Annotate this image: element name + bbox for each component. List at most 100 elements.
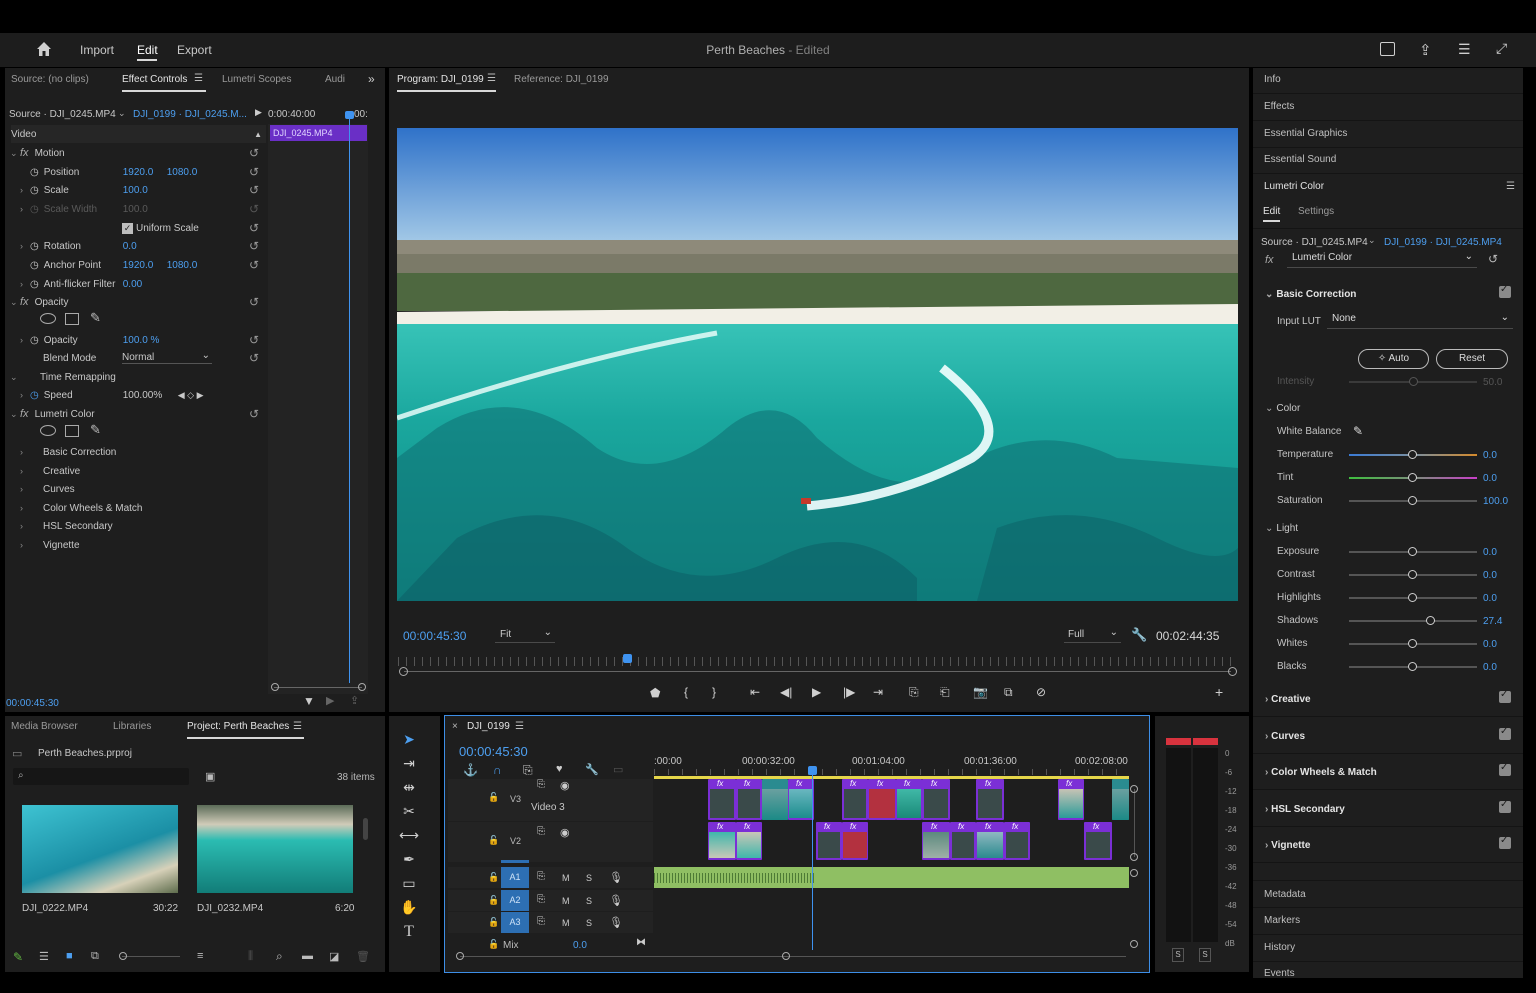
settings-wrench-icon[interactable]: 🔧	[1131, 627, 1147, 643]
microphone-icon[interactable]: 🎙	[609, 871, 623, 884]
go-to-in-icon[interactable]: ⇤	[750, 685, 760, 699]
solo-button[interactable]: S	[586, 918, 592, 928]
collapse-icon[interactable]: ▲	[254, 130, 262, 139]
light-section-header[interactable]: ⌄ Light	[1265, 523, 1298, 534]
tab-lumetri-edit[interactable]: Edit	[1263, 206, 1280, 217]
lock-icon[interactable]: 🔓	[488, 917, 499, 928]
timeline-hscroll[interactable]	[460, 956, 1126, 957]
adjustment-slider[interactable]	[1349, 570, 1477, 579]
ec-timecode[interactable]: 00:00:45:30	[6, 698, 59, 709]
color-section-header[interactable]: ⌄ Color	[1265, 403, 1300, 414]
video-clip[interactable]	[762, 779, 788, 820]
timeline-tab[interactable]: DJI_0199	[467, 721, 510, 732]
wrench-icon[interactable]: 🔧	[585, 763, 599, 776]
mute-button[interactable]: M	[562, 896, 570, 906]
slider-knob[interactable]	[1408, 570, 1417, 579]
lock-icon[interactable]: 🔓	[488, 872, 499, 883]
adjustment-slider[interactable]	[1349, 496, 1477, 505]
add-marker-icon[interactable]: ♥	[556, 763, 563, 775]
program-playhead[interactable]	[623, 654, 632, 663]
video-clip[interactable]: fx	[736, 822, 762, 860]
video-clip[interactable]: fx	[1058, 779, 1084, 820]
fit-select[interactable]: Fit ⌄	[495, 627, 555, 643]
export-frame-icon[interactable]: ⇪	[350, 694, 359, 707]
tab-project[interactable]: Project: Perth Beaches	[187, 721, 289, 732]
quick-export-icon[interactable]	[1380, 42, 1395, 56]
lumetri-seq-label[interactable]: DJI_0199 · DJI_0245.MP4	[1384, 237, 1502, 248]
lumetri-section-header[interactable]: › Creative	[1265, 694, 1311, 705]
sort-icon[interactable]: ≡	[197, 950, 203, 962]
razor-tool-icon[interactable]: ✂	[399, 803, 419, 823]
tab-source[interactable]: Source: (no clips)	[11, 74, 89, 85]
tab-audio[interactable]: Audi	[325, 74, 345, 85]
reset-icon[interactable]: ↺	[249, 407, 259, 421]
video-clip[interactable]: fx	[816, 822, 842, 860]
zoom-handle-left[interactable]	[399, 667, 408, 676]
stopwatch-icon[interactable]: ◷	[30, 185, 39, 196]
lumetri-sub-row[interactable]: › HSL Secondary	[10, 517, 265, 535]
mute-button[interactable]: M	[562, 918, 570, 928]
video-clip[interactable]: fx	[708, 779, 736, 820]
track-select-tool-icon[interactable]: ⇥	[399, 755, 419, 775]
linked-selection-icon[interactable]: ∩	[493, 763, 502, 777]
meter-solo-button[interactable]: S	[1172, 948, 1184, 962]
adjustment-slider[interactable]	[1349, 639, 1477, 648]
ec-zoom-handle-right[interactable]	[358, 683, 366, 691]
zoom-handle-right[interactable]	[1228, 667, 1237, 676]
track-output-icon[interactable]: ⎘	[537, 871, 545, 882]
timeline-playhead-marker[interactable]	[808, 766, 817, 775]
adjustment-slider[interactable]	[1349, 662, 1477, 671]
go-to-out-icon[interactable]: ⇥	[873, 685, 883, 699]
slider-value[interactable]: 0.0	[1483, 662, 1497, 673]
step-forward-icon[interactable]: |▶	[843, 685, 855, 699]
hscroll-handle[interactable]	[456, 952, 464, 960]
fx-icon[interactable]: fx	[1265, 254, 1274, 266]
auto-button[interactable]: ✧ Auto	[1358, 349, 1429, 369]
uniform-scale-checkbox[interactable]: ✓	[122, 222, 133, 234]
panel-menu-icon[interactable]: ☰	[515, 721, 524, 732]
reset-icon[interactable]: ↺	[249, 239, 259, 253]
stopwatch-icon[interactable]: ◷	[30, 167, 39, 178]
selection-tool-icon[interactable]: ➤	[399, 731, 419, 751]
panel-link-essential-sound[interactable]: Essential Sound	[1264, 154, 1336, 165]
pencil-icon[interactable]: ✎	[13, 950, 23, 964]
close-icon[interactable]: ×	[452, 721, 458, 732]
lumetri-section-checkbox[interactable]	[1499, 726, 1511, 740]
stopwatch-icon[interactable]: ◷	[30, 241, 39, 252]
panel-menu-icon[interactable]: ☰	[487, 73, 496, 84]
ec-clip-bar[interactable]: DJI_0245.MP4	[270, 125, 367, 141]
speed-value[interactable]: 100.00%	[123, 390, 178, 401]
fullscreen-icon[interactable]: ⤢	[1496, 40, 1507, 57]
slider-knob[interactable]	[1408, 450, 1417, 459]
hand-tool-icon[interactable]: ✋	[399, 899, 419, 919]
scale-value[interactable]: 100.0	[123, 185, 148, 196]
fx-icon[interactable]: fx	[20, 147, 29, 159]
slider-value[interactable]: 0.0	[1483, 473, 1497, 484]
find-icon[interactable]: ⌕	[276, 949, 283, 964]
vscroll-handle[interactable]	[1130, 869, 1138, 877]
chevron-down-icon[interactable]: ⌄	[118, 108, 126, 119]
video-clip[interactable]: fx	[922, 822, 950, 860]
basic-correction-checkbox[interactable]	[1499, 284, 1511, 298]
slider-knob[interactable]	[1408, 639, 1417, 648]
step-back-icon[interactable]: ◀|	[780, 685, 792, 699]
panel-menu-icon[interactable]: ☰	[293, 721, 302, 732]
reset-icon[interactable]: ↺	[249, 146, 259, 160]
tab-lumetri-settings[interactable]: Settings	[1298, 206, 1334, 217]
adjustment-slider[interactable]	[1349, 593, 1477, 602]
rectangle-tool-icon[interactable]: ▭	[399, 875, 419, 895]
chevron-down-icon[interactable]: ⌄	[1368, 235, 1376, 246]
camera-icon[interactable]: 📷	[973, 685, 988, 699]
adjustment-slider[interactable]	[1349, 473, 1477, 482]
video-clip[interactable]: fx	[976, 779, 1004, 820]
track-target-a3[interactable]: A3	[501, 912, 529, 933]
mute-button[interactable]: M	[562, 873, 570, 883]
rotation-value[interactable]: 0.0	[123, 241, 137, 252]
ec-zoom-handle-left[interactable]	[271, 683, 279, 691]
meter-solo-button[interactable]: S	[1199, 948, 1211, 962]
panel-link-history[interactable]: History	[1264, 942, 1295, 953]
tab-lumetri-scopes[interactable]: Lumetri Scopes	[222, 74, 291, 85]
project-thumbnail[interactable]	[22, 805, 178, 893]
timeline-playhead[interactable]	[812, 770, 813, 950]
zoom-slider-knob[interactable]	[119, 952, 127, 960]
